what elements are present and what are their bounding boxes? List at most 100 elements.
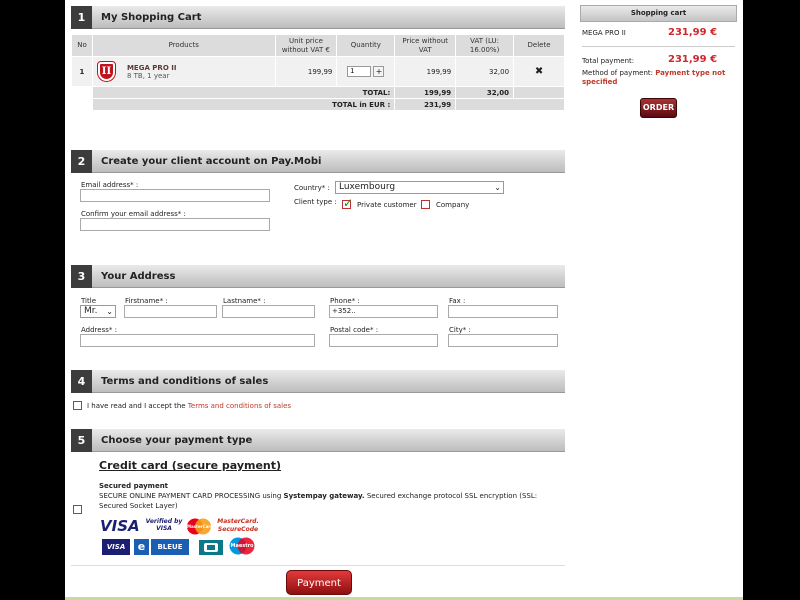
col-header: Products — [91, 34, 276, 57]
email-label: Email address* : — [81, 181, 139, 189]
total-row: TOTAL: 199,99 32,00 — [71, 86, 565, 99]
lastname-field[interactable] — [222, 305, 315, 318]
order-button[interactable]: ORDER — [640, 98, 677, 118]
mastercard-text: MasterCard — [187, 524, 214, 529]
delete-cell: ✖ — [513, 56, 565, 87]
mastercard-securecode-logo: MasterCard. SecureCode — [217, 518, 259, 533]
city-label: City* : — [449, 326, 471, 334]
terms-text: I have read and I accept the Terms and c… — [87, 402, 291, 410]
address-section-header: 3 Your Address — [71, 265, 565, 288]
postal-code-label: Postal code* : — [330, 326, 379, 334]
chevron-down-icon: ⌄ — [106, 307, 113, 316]
product-subtitle: 8 TB, 1 year — [126, 71, 170, 80]
quantity-plus-button[interactable]: + — [373, 66, 385, 77]
lastname-label: Lastname* : — [223, 297, 266, 305]
section-title: Terms and conditions of sales — [101, 376, 269, 387]
side-total-label: Total payment: — [582, 57, 635, 65]
client-type-label: Client type : — [294, 198, 337, 206]
side-item-price: 231,99 € — [668, 27, 718, 38]
col-header: Quantity — [336, 34, 396, 57]
product-name: MEGA PRO II — [126, 63, 177, 72]
terms-section-header: 4 Terms and conditions of sales — [71, 370, 565, 393]
company-checkbox[interactable] — [421, 200, 430, 209]
delete-icon[interactable]: ✖ — [535, 66, 543, 77]
private-customer-checkbox[interactable] — [342, 196, 353, 210]
fax-field[interactable] — [448, 305, 558, 318]
card-chip-icon — [204, 543, 218, 552]
chevron-down-icon: ⌄ — [494, 183, 501, 192]
total-eur-row: TOTAL in EUR : 231,99 — [71, 98, 565, 111]
phone-field[interactable]: +352.. — [329, 305, 438, 318]
side-cart-header: Shopping cart — [580, 5, 737, 22]
terms-link[interactable]: Terms and conditions of sales — [188, 402, 291, 410]
section-title: Your Address — [101, 271, 176, 282]
table-row: 1 II MEGA PRO II 8 TB, 1 year 199,99 + 1… — [71, 56, 565, 87]
section-title: Choose your payment type — [101, 435, 253, 446]
col-header: Price without VAT — [394, 34, 457, 57]
divider — [582, 46, 735, 47]
side-method-label: Method of payment: — [582, 69, 653, 77]
col-header: Unit price without VAT € — [274, 34, 338, 57]
terms-prefix: I have read and I accept the — [87, 402, 186, 410]
payment-section-header: 5 Choose your payment type — [71, 429, 565, 452]
maestro-text: Maestro — [230, 543, 254, 549]
cart-section-header: 1 My Shopping Cart — [71, 6, 565, 29]
secured-payment-description: SECURE ONLINE PAYMENT CARD PROCESSING us… — [99, 491, 561, 511]
credit-card-radio[interactable] — [73, 505, 82, 514]
unit-price: 199,99 — [274, 56, 338, 87]
col-header: VAT (LU: 16.00%) — [455, 34, 515, 57]
carte-bleue-logo: BLEUE — [151, 539, 189, 555]
divider — [71, 565, 565, 566]
section-number: 4 — [71, 370, 92, 393]
address-field[interactable] — [80, 334, 315, 347]
company-label: Company — [436, 201, 470, 209]
quantity-input[interactable] — [347, 66, 372, 77]
firstname-field[interactable] — [124, 305, 217, 318]
address-label: Address* : — [81, 326, 117, 334]
country-value: Luxembourg — [339, 182, 396, 192]
cart-table: No Products Unit price without VAT € Qua… — [71, 34, 565, 111]
line-price: 199,99 — [394, 56, 457, 87]
line-vat: 32,00 — [455, 56, 515, 87]
section-title: Create your client account on Pay.Mobi — [101, 156, 322, 167]
country-label: Country* : — [294, 184, 330, 192]
total-price: 199,99 — [394, 86, 457, 99]
visa-logo: VISA — [100, 517, 140, 535]
section-number: 1 — [71, 6, 92, 29]
quantity-cell: + — [336, 56, 396, 87]
country-select[interactable]: Luxembourg ⌄ — [335, 181, 504, 194]
checkout-page: 1 My Shopping Cart No Products Unit pric… — [65, 0, 743, 600]
city-field[interactable] — [448, 334, 558, 347]
title-select[interactable]: Mr. ⌄ — [80, 305, 116, 318]
card-chip-logo — [199, 540, 223, 555]
secured-payment-title: Secured payment — [99, 482, 169, 490]
section-number: 3 — [71, 265, 92, 288]
e-card-logo: e — [134, 539, 149, 555]
desc-gateway: Systempay gateway. — [283, 492, 365, 500]
firstname-label: Firstname* : — [125, 297, 168, 305]
col-header: No — [71, 34, 93, 57]
confirm-email-field[interactable] — [80, 218, 270, 231]
side-payment-method: Method of payment: Payment type not spec… — [582, 69, 732, 87]
total-label: TOTAL: — [91, 86, 396, 99]
title-value: Mr. — [84, 306, 98, 316]
visa-card-logo: VISA — [102, 539, 130, 555]
desc-text: SECURE ONLINE PAYMENT CARD PROCESSING us… — [99, 492, 282, 500]
postal-code-field[interactable] — [329, 334, 438, 347]
row-number: 1 — [71, 56, 93, 87]
credit-card-title[interactable]: Credit card (secure payment) — [99, 459, 281, 472]
confirm-email-label: Confirm your email address* : — [81, 210, 186, 218]
total-vat: 32,00 — [455, 86, 515, 99]
email-field[interactable] — [80, 189, 270, 202]
total-eur-label: TOTAL in EUR : — [91, 98, 396, 111]
fax-label: Fax : — [449, 297, 466, 305]
section-title: My Shopping Cart — [101, 12, 202, 23]
col-header: Delete — [513, 34, 565, 57]
section-number: 5 — [71, 429, 92, 452]
private-customer-label: Private customer — [357, 201, 417, 209]
side-item-name: MEGA PRO II — [582, 29, 626, 37]
terms-checkbox[interactable] — [73, 401, 82, 410]
section-number: 2 — [71, 150, 92, 173]
payment-button[interactable]: Payment — [286, 570, 352, 595]
side-total-value: 231,99 € — [668, 54, 718, 65]
